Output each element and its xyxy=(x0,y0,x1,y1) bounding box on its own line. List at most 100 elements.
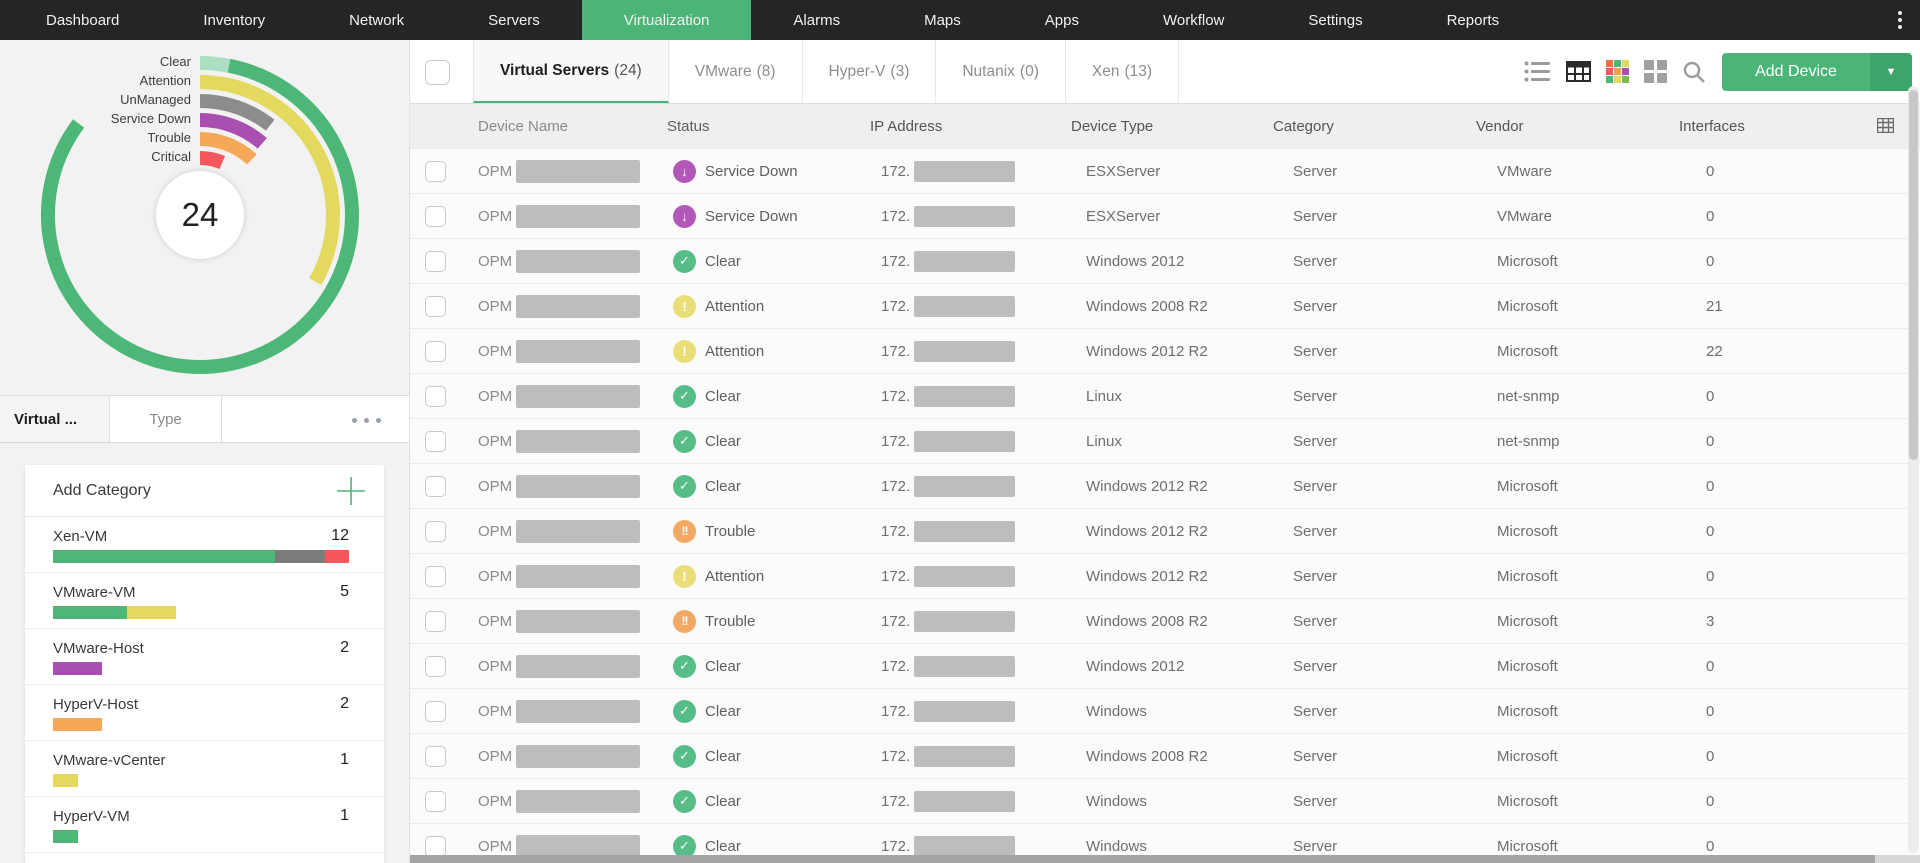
select-all-checkbox[interactable] xyxy=(425,60,450,85)
device-name-cell: OPM xyxy=(478,295,667,318)
col-device-name[interactable]: Device Name xyxy=(478,118,667,135)
ip-cell: 172. xyxy=(870,386,1071,407)
tab-hyper-v[interactable]: Hyper-V(3) xyxy=(803,40,937,103)
col-status[interactable]: Status xyxy=(667,118,870,135)
category-item-vmware-vcenter[interactable]: VMware-vCenter1 xyxy=(25,740,384,796)
col-interfaces[interactable]: Interfaces xyxy=(1679,118,1839,135)
table-row[interactable]: OPM ✓Clear 172. Windows 2012 R2 Server M… xyxy=(410,463,1920,508)
row-checkbox[interactable] xyxy=(425,161,446,182)
nav-item-network[interactable]: Network xyxy=(307,0,446,40)
category-item-xen-host[interactable]: Xen-Host1 xyxy=(25,852,384,863)
table-view-icon[interactable] xyxy=(1566,61,1591,82)
nav-item-apps[interactable]: Apps xyxy=(1003,0,1121,40)
device-type-cell: Windows 2008 R2 xyxy=(1071,613,1273,630)
category-item-hyperv-host[interactable]: HyperV-Host2 xyxy=(25,684,384,740)
redacted-ip xyxy=(914,476,1015,497)
table-row[interactable]: OPM ✓Clear 172. Windows 2012 Server Micr… xyxy=(410,238,1920,283)
device-name-cell: OPM xyxy=(478,700,667,723)
search-icon[interactable] xyxy=(1682,60,1706,84)
row-checkbox[interactable] xyxy=(425,566,446,587)
tab-vmware[interactable]: VMware(8) xyxy=(669,40,803,103)
horizontal-scrollbar[interactable] xyxy=(410,855,1920,863)
nav-item-reports[interactable]: Reports xyxy=(1405,0,1542,40)
add-device-dropdown[interactable]: ▼ xyxy=(1870,53,1912,91)
table-row[interactable]: OPM !!Trouble 172. Windows 2012 R2 Serve… xyxy=(410,508,1920,553)
status-cell: ✓Clear xyxy=(667,700,870,723)
category-item-xen-vm[interactable]: Xen-VM12 xyxy=(25,517,384,572)
sidebar-tab-virtual[interactable]: Virtual ... xyxy=(0,396,110,442)
redacted-device-name xyxy=(516,250,640,273)
nav-item-dashboard[interactable]: Dashboard xyxy=(4,0,161,40)
sidebar-more-icon[interactable] xyxy=(352,396,381,444)
overflow-menu-icon[interactable] xyxy=(1890,0,1910,40)
status-cell: ✓Clear xyxy=(667,790,870,813)
table-row[interactable]: OPM ✓Clear 172. Linux Server net-snmp 0 xyxy=(410,418,1920,463)
add-category-row[interactable]: Add Category xyxy=(25,465,384,517)
nav-item-servers[interactable]: Servers xyxy=(446,0,582,40)
table-row[interactable]: OPM !Attention 172. Windows 2012 R2 Serv… xyxy=(410,328,1920,373)
table-row[interactable]: OPM ✓Clear 172. Linux Server net-snmp 0 xyxy=(410,373,1920,418)
row-checkbox[interactable] xyxy=(425,296,446,317)
nav-item-maps[interactable]: Maps xyxy=(882,0,1003,40)
table-row[interactable]: OPM ✓Clear 172. Windows 2008 R2 Server M… xyxy=(410,733,1920,778)
table-row[interactable]: OPM ↓Service Down 172. ESXServer Server … xyxy=(410,193,1920,238)
legend-clear: Clear xyxy=(160,54,191,70)
add-device-button[interactable]: Add Device xyxy=(1722,53,1870,91)
table-row[interactable]: OPM !Attention 172. Windows 2008 R2 Serv… xyxy=(410,283,1920,328)
device-name-cell: OPM xyxy=(478,160,667,183)
category-item-hyperv-vm[interactable]: HyperV-VM1 xyxy=(25,796,384,852)
vertical-scrollbar[interactable] xyxy=(1908,86,1919,853)
horizontal-scrollbar-thumb[interactable] xyxy=(410,855,1875,863)
nav-item-workflow[interactable]: Workflow xyxy=(1121,0,1266,40)
sidebar-tab-type[interactable]: Type xyxy=(110,396,222,442)
row-checkbox[interactable] xyxy=(425,746,446,767)
table-row[interactable]: OPM !Attention 172. Windows 2012 R2 Serv… xyxy=(410,553,1920,598)
row-checkbox[interactable] xyxy=(425,521,446,542)
category-item-vmware-host[interactable]: VMware-Host2 xyxy=(25,628,384,684)
col-vendor[interactable]: Vendor xyxy=(1476,118,1679,135)
category-bar-segment xyxy=(53,774,78,787)
row-checkbox[interactable] xyxy=(425,431,446,452)
row-checkbox[interactable] xyxy=(425,386,446,407)
row-checkbox[interactable] xyxy=(425,341,446,362)
table-row[interactable]: OPM ✓Clear 172. Windows Server Microsoft… xyxy=(410,778,1920,823)
device-name-cell: OPM xyxy=(478,520,667,543)
ip-cell: 172. xyxy=(870,431,1071,452)
table-row[interactable]: OPM ↓Service Down 172. ESXServer Server … xyxy=(410,148,1920,193)
interfaces-cell: 0 xyxy=(1679,793,1839,810)
tab-virtual-servers[interactable]: Virtual Servers(24) xyxy=(473,40,669,103)
col-ip-address[interactable]: IP Address xyxy=(870,118,1071,135)
table-row[interactable]: OPM ✓Clear 172. Windows Server Microsoft… xyxy=(410,688,1920,733)
category-cell: Server xyxy=(1273,658,1476,675)
row-checkbox[interactable] xyxy=(425,836,446,857)
device-type-cell: Linux xyxy=(1071,433,1273,450)
row-checkbox[interactable] xyxy=(425,476,446,497)
ip-cell: 172. xyxy=(870,206,1071,227)
table-row[interactable]: OPM ✓Clear 172. Windows 2012 Server Micr… xyxy=(410,643,1920,688)
col-device-type[interactable]: Device Type xyxy=(1071,118,1273,135)
table-row[interactable]: OPM !!Trouble 172. Windows 2008 R2 Serve… xyxy=(410,598,1920,643)
nav-item-alarms[interactable]: Alarms xyxy=(751,0,882,40)
row-checkbox[interactable] xyxy=(425,206,446,227)
nav-item-inventory[interactable]: Inventory xyxy=(161,0,307,40)
row-checkbox[interactable] xyxy=(425,251,446,272)
heatmap-view-icon[interactable] xyxy=(1606,60,1629,83)
row-checkbox[interactable] xyxy=(425,791,446,812)
device-type-cell: Windows xyxy=(1071,838,1273,855)
tile-view-icon[interactable] xyxy=(1644,60,1667,83)
list-view-icon[interactable] xyxy=(1524,61,1551,82)
col-category[interactable]: Category xyxy=(1273,118,1476,135)
tab-xen[interactable]: Xen(13) xyxy=(1066,40,1179,103)
row-checkbox[interactable] xyxy=(425,656,446,677)
nav-item-virtualization[interactable]: Virtualization xyxy=(582,0,752,40)
row-checkbox[interactable] xyxy=(425,701,446,722)
nav-item-settings[interactable]: Settings xyxy=(1266,0,1404,40)
row-checkbox[interactable] xyxy=(425,611,446,632)
sidebar-tab-bar: Virtual ... Type xyxy=(0,395,409,443)
add-category-plus-icon[interactable] xyxy=(336,476,366,506)
category-bar-segment xyxy=(127,606,176,619)
column-chooser-icon[interactable] xyxy=(1877,118,1894,137)
tab-nutanix[interactable]: Nutanix(0) xyxy=(936,40,1066,103)
vertical-scrollbar-thumb[interactable] xyxy=(1909,90,1918,460)
category-item-vmware-vm[interactable]: VMware-VM5 xyxy=(25,572,384,628)
